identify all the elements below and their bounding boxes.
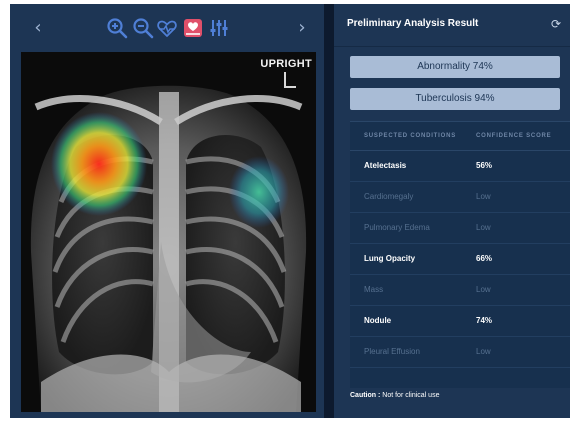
heart-icon[interactable] bbox=[156, 17, 178, 39]
orientation-marker bbox=[284, 72, 296, 88]
table-row[interactable]: Mass Low bbox=[350, 274, 570, 306]
table-row[interactable]: Pulmonary Edema Low bbox=[350, 212, 570, 244]
condition-name: Lung Opacity bbox=[364, 254, 416, 263]
condition-score: 56% bbox=[476, 161, 493, 170]
orientation-label: UPRIGHT bbox=[260, 58, 312, 70]
xray-image[interactable]: UPRIGHT bbox=[21, 52, 316, 412]
table-header: SUSPECTED CONDITIONS CONFIDENCE SCORE bbox=[350, 122, 570, 151]
condition-name: Atelectasis bbox=[364, 161, 407, 170]
condition-name: Pulmonary Edema bbox=[364, 223, 430, 232]
condition-score: Low bbox=[476, 192, 491, 201]
heatmap-icon[interactable] bbox=[182, 17, 204, 39]
condition-score: Low bbox=[476, 347, 491, 356]
condition-name: Nodule bbox=[364, 316, 392, 325]
app-window: ‹ › UPRIGHT Preliminary Analysis Result … bbox=[10, 4, 570, 418]
column-header-conditions: SUSPECTED CONDITIONS bbox=[364, 133, 457, 139]
condition-score: 66% bbox=[476, 254, 493, 263]
chevron-left-icon[interactable]: ‹ bbox=[28, 18, 48, 38]
adjust-sliders-icon[interactable] bbox=[208, 17, 230, 39]
panel-divider bbox=[324, 4, 334, 418]
chevron-right-icon[interactable]: › bbox=[292, 18, 312, 38]
column-header-score: CONFIDENCE SCORE bbox=[476, 133, 552, 139]
table-row[interactable]: Pleural Effusion Low bbox=[350, 336, 570, 368]
table-row[interactable]: Lung Opacity 66% bbox=[350, 243, 570, 275]
panel-title: Preliminary Analysis Result bbox=[347, 18, 479, 29]
condition-name: Pleural Effusion bbox=[364, 347, 420, 356]
condition-score: Low bbox=[476, 285, 491, 294]
condition-score: 74% bbox=[476, 316, 493, 325]
caution-text: Not for clinical use bbox=[380, 392, 440, 399]
caution-note: Caution : Not for clinical use bbox=[350, 392, 439, 399]
panel-header: Preliminary Analysis Result ⟳ bbox=[334, 4, 570, 47]
condition-score: Low bbox=[476, 223, 491, 232]
conditions-table: SUSPECTED CONDITIONS CONFIDENCE SCORE At… bbox=[350, 121, 570, 388]
viewer-toolbar: ‹ › bbox=[10, 4, 324, 52]
results-panel: Preliminary Analysis Result ⟳ Abnormalit… bbox=[334, 4, 570, 418]
tuberculosis-result-button[interactable]: Tuberculosis 94% bbox=[350, 88, 560, 110]
caution-label: Caution : bbox=[350, 392, 381, 399]
zoom-in-icon[interactable] bbox=[106, 17, 128, 39]
condition-name: Cardiomegaly bbox=[364, 192, 414, 201]
table-row[interactable]: Cardiomegaly Low bbox=[350, 181, 570, 213]
condition-name: Mass bbox=[364, 285, 384, 294]
chest-xray-graphic bbox=[21, 52, 316, 412]
refresh-icon[interactable]: ⟳ bbox=[548, 16, 564, 32]
table-row[interactable]: Atelectasis 56% bbox=[350, 150, 570, 182]
abnormality-result-button[interactable]: Abnormality 74% bbox=[350, 56, 560, 78]
table-row[interactable]: Nodule 74% bbox=[350, 305, 570, 337]
zoom-out-icon[interactable] bbox=[132, 17, 154, 39]
